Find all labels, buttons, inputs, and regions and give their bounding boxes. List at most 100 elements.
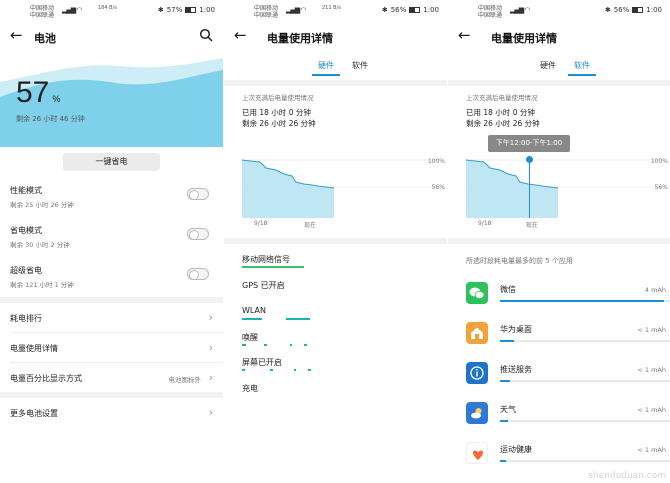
usage-bar (500, 380, 510, 382)
usage-bar (500, 340, 514, 342)
app-row-huawei-home[interactable]: 华为桌面 < 1 mAh (448, 322, 670, 362)
chevron-right-icon: › (208, 341, 213, 354)
app-name: 运动健康 (500, 445, 532, 454)
usage-track (500, 460, 670, 462)
page-title: 电量使用详情 (491, 32, 557, 45)
mode-label: 性能模式 (10, 186, 42, 195)
weather-icon (466, 402, 488, 424)
app-row-weather[interactable]: 天气 < 1 mAh (448, 402, 670, 442)
ultra-saving-toggle[interactable] (187, 268, 209, 280)
back-arrow-icon[interactable]: ← (10, 28, 23, 43)
usage-track (500, 380, 670, 382)
remaining-time: 剩余 26 小时 26 分钟 (242, 119, 316, 128)
status-bar: 中国移动 中国联通 ▂▄▆ ◠ ✱ 56% 1:00 (448, 0, 670, 22)
nav-power-ranking[interactable]: 耗电排行 › (0, 303, 223, 333)
info-icon (466, 362, 488, 384)
tab-hardware[interactable]: 硬件 (318, 60, 334, 71)
x-label-now: 现在 (304, 222, 317, 229)
usage-track (500, 340, 670, 342)
mode-row-power-saving[interactable]: 省电模式 剩余 30 小时 2 分钟 (0, 218, 223, 256)
x-label-start: 9/18 (254, 220, 268, 227)
battery-icon (409, 7, 421, 13)
signal-icon: ▂▄▆ ◠ (62, 6, 83, 14)
app-name: 推送服务 (500, 365, 532, 374)
chevron-right-icon: › (208, 371, 213, 384)
nav-more-battery-settings[interactable]: 更多电池设置 › (0, 398, 223, 428)
hw-item-screen-on: 屏幕已开启 (242, 358, 282, 367)
page-title: 电量使用详情 (267, 32, 333, 45)
mode-label: 省电模式 (10, 226, 42, 235)
carrier-1: 中国移动 (254, 5, 279, 12)
net-speed: 184 B/s (98, 5, 117, 11)
carrier-1: 中国移动 (478, 5, 503, 12)
one-tap-save-button[interactable]: 一键省电 (63, 153, 160, 171)
bluetooth-icon: ✱ (381, 6, 388, 14)
used-time: 已用 18 小时 0 分钟 (466, 108, 535, 117)
status-bar: 中国移动 中国联通 ▂▄▆ ◠ 211 B/s ✱ 56% 1:00 (224, 0, 447, 22)
app-bar: ← 电池 (0, 22, 223, 52)
battery-level: 57% (16, 76, 61, 109)
hw-bar-screen-on (308, 369, 311, 371)
time-selector-line[interactable] (529, 158, 530, 218)
search-icon[interactable] (199, 28, 213, 42)
status-bar: 中国移动 中国联通 ▂▄▆ ◠ 184 B/s ✱ 57% 1:00 (0, 0, 223, 22)
app-row-wechat[interactable]: 微信 4 mAh (448, 282, 670, 322)
hw-item-mobile-signal: 移动网络信号 (242, 255, 290, 264)
app-usage: 4 mAh (644, 286, 666, 294)
usage-track (500, 420, 670, 422)
hw-bar-wakeup (304, 344, 307, 346)
wechat-icon (466, 282, 488, 304)
usage-bar (500, 420, 508, 422)
tab-bar: 硬件 软件 (224, 56, 447, 78)
tab-software[interactable]: 软件 (352, 60, 368, 71)
active-tab-indicator (312, 74, 340, 76)
section-gap (448, 238, 670, 244)
battery-history-chart[interactable] (464, 150, 664, 230)
x-label-now: 现在 (526, 222, 539, 229)
section-gap (448, 80, 670, 86)
hw-bar-screen-on (294, 369, 296, 371)
clock: 1:00 (646, 6, 662, 14)
mode-remaining: 剩余 30 小时 2 分钟 (10, 241, 70, 249)
tab-software[interactable]: 软件 (574, 60, 590, 71)
usage-details-hardware-panel: 中国移动 中国联通 ▂▄▆ ◠ 211 B/s ✱ 56% 1:00 ← 电量使… (224, 0, 447, 483)
back-arrow-icon[interactable]: ← (458, 28, 471, 43)
mode-row-performance[interactable]: 性能模式 剩余 25 小时 26 分钟 (0, 178, 223, 216)
battery-remaining: 剩余 26 小时 46 分钟 (16, 115, 85, 123)
top-apps-title: 所选时段耗电量最多的前 5 个应用 (466, 257, 573, 265)
carrier-2: 中国联通 (254, 12, 279, 19)
nav-percent-display[interactable]: 电量百分比显示方式 电池图标外 › (0, 363, 223, 393)
performance-toggle[interactable] (187, 188, 209, 200)
usage-bar (500, 460, 506, 462)
y-label-56: 56% (654, 184, 668, 191)
clock: 1:00 (423, 6, 439, 14)
app-name: 华为桌面 (500, 325, 532, 334)
chevron-right-icon: › (208, 311, 213, 324)
nav-usage-details[interactable]: 电量使用详情 › (0, 333, 223, 363)
y-label-100: 100% (427, 158, 445, 165)
time-selector-handle[interactable] (526, 156, 533, 163)
app-row-push-service[interactable]: 推送服务 < 1 mAh (448, 362, 670, 402)
back-arrow-icon[interactable]: ← (234, 28, 247, 43)
hw-item-charging: 充电 (242, 384, 258, 393)
heart-icon (466, 442, 488, 464)
y-label-100: 100% (650, 158, 668, 165)
watermark: shenduduan.com (588, 471, 666, 481)
clock: 1:00 (199, 6, 215, 14)
app-name: 天气 (500, 405, 516, 414)
mode-row-ultra-saving[interactable]: 超级省电 剩余 121 小时 1 分钟 (0, 258, 223, 296)
power-saving-toggle[interactable] (187, 228, 209, 240)
battery-panel: 中国移动 中国联通 ▂▄▆ ◠ 184 B/s ✱ 57% 1:00 ← 电池 … (0, 0, 223, 483)
page-title: 电池 (34, 32, 56, 45)
tab-hardware[interactable]: 硬件 (540, 60, 556, 71)
carrier-2: 中国联通 (478, 12, 503, 19)
usage-since-label: 上次充满后电量使用情况 (242, 94, 314, 102)
x-label-start: 9/18 (478, 220, 492, 227)
usage-details-software-panel: 中国移动 中国联通 ▂▄▆ ◠ ✱ 56% 1:00 ← 电量使用详情 硬件 软… (448, 0, 670, 483)
bluetooth-icon: ✱ (157, 6, 164, 14)
app-bar: ← 电量使用详情 (448, 22, 670, 52)
time-range-tooltip: 下午12:00-下午1:00 (488, 135, 570, 152)
tab-bar: 硬件 软件 (448, 56, 670, 78)
battery-icon (185, 7, 197, 13)
active-tab-indicator (568, 74, 596, 76)
